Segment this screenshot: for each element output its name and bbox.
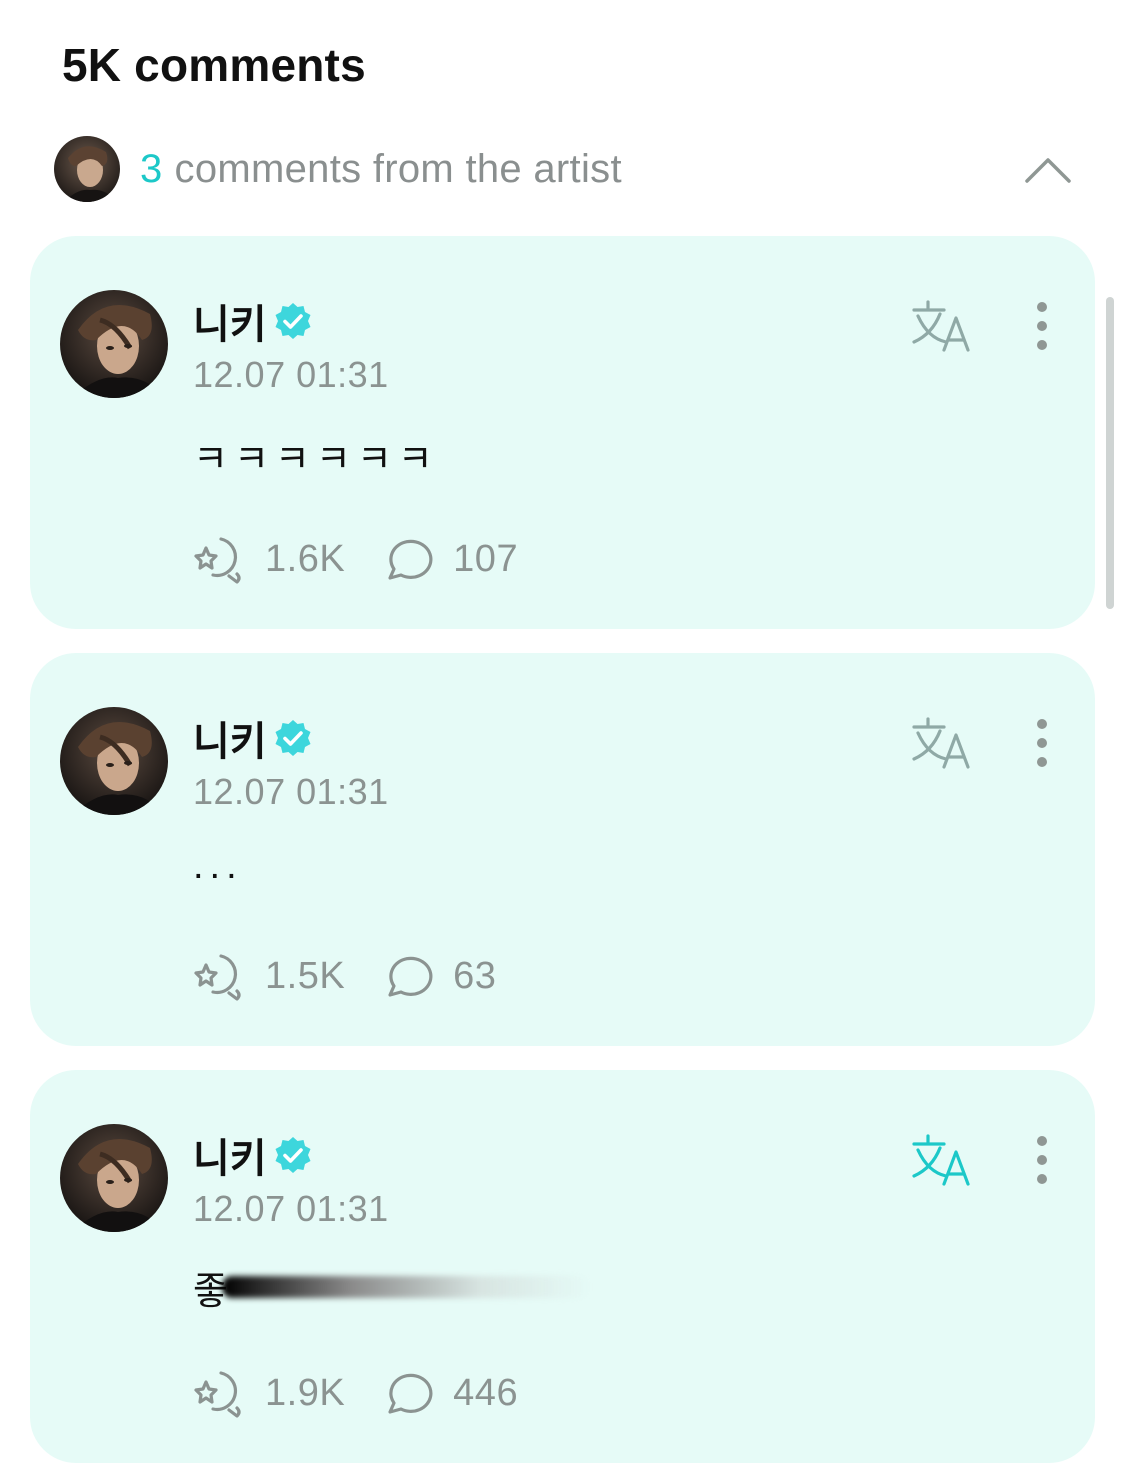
author-name[interactable]: 니키 bbox=[193, 1126, 267, 1184]
like-count: 1.6K bbox=[265, 537, 346, 580]
verified-badge-icon bbox=[275, 303, 311, 339]
comment-timestamp: 12.07 01:31 bbox=[193, 354, 389, 395]
scrollbar[interactable] bbox=[1106, 297, 1114, 609]
text-obscure-overlay bbox=[221, 1276, 590, 1298]
comment-timestamp: 12.07 01:31 bbox=[193, 771, 389, 812]
artist-comments-text: comments from the artist bbox=[174, 146, 622, 191]
artist-comments-label: 3 comments from the artist bbox=[140, 147, 622, 192]
reaction-like-icon bbox=[194, 954, 241, 1001]
comment-text-obscured: 좋 bbox=[193, 1262, 590, 1313]
reply-button[interactable]: 446 bbox=[381, 1366, 518, 1420]
author-row: 니키 bbox=[193, 292, 313, 350]
translate-icon[interactable] bbox=[910, 1132, 974, 1188]
comment-stats: 1.5K 63 bbox=[193, 948, 496, 1004]
like-count: 1.9K bbox=[265, 1371, 346, 1414]
translate-icon[interactable] bbox=[910, 715, 974, 771]
reply-button[interactable]: 107 bbox=[381, 532, 518, 586]
avatar[interactable] bbox=[60, 290, 168, 398]
speech-bubble-icon bbox=[388, 956, 433, 997]
reply-count: 446 bbox=[453, 1371, 519, 1414]
artist-comments-count: 3 bbox=[140, 146, 163, 191]
comments-page: 5K comments 3 comments from the artist 니… bbox=[0, 0, 1125, 1482]
reaction-like-icon bbox=[194, 537, 241, 584]
reply-count: 63 bbox=[453, 954, 497, 997]
comment-timestamp: 12.07 01:31 bbox=[193, 1188, 389, 1229]
artist-comment-card: 니키 12.07 01:31 좋 1.9K 446 bbox=[30, 1070, 1095, 1463]
reply-count: 107 bbox=[453, 537, 519, 580]
reaction-like-icon bbox=[194, 1371, 241, 1418]
author-row: 니키 bbox=[193, 1126, 313, 1184]
verified-badge-icon bbox=[275, 720, 311, 756]
more-vertical-icon[interactable] bbox=[1020, 1132, 1064, 1188]
artist-comment-card: 니키 12.07 01:31 ... 1.5K 63 bbox=[30, 653, 1095, 1046]
comment-text: ... bbox=[193, 845, 243, 887]
translate-icon[interactable] bbox=[910, 298, 974, 354]
author-name[interactable]: 니키 bbox=[193, 292, 267, 350]
chevron-up-icon[interactable] bbox=[1022, 144, 1074, 196]
author-name[interactable]: 니키 bbox=[193, 709, 267, 767]
avatar[interactable] bbox=[60, 1124, 168, 1232]
more-vertical-icon[interactable] bbox=[1020, 715, 1064, 771]
comment-stats: 1.6K 107 bbox=[193, 531, 518, 587]
artist-comment-card: 니키 12.07 01:31 ㅋㅋㅋㅋㅋㅋ 1.6K 107 bbox=[30, 236, 1095, 629]
comments-count-title: 5K comments bbox=[62, 39, 366, 91]
like-count: 1.5K bbox=[265, 954, 346, 997]
author-row: 니키 bbox=[193, 709, 313, 767]
comment-text: ㅋㅋㅋㅋㅋㅋ bbox=[193, 439, 439, 481]
like-button[interactable]: 1.6K bbox=[193, 532, 345, 586]
artist-avatar-small bbox=[54, 136, 120, 202]
like-button[interactable]: 1.9K bbox=[193, 1366, 345, 1420]
speech-bubble-icon bbox=[388, 1373, 433, 1414]
verified-badge-icon bbox=[275, 1137, 311, 1173]
reply-button[interactable]: 63 bbox=[381, 949, 496, 1003]
like-button[interactable]: 1.5K bbox=[193, 949, 345, 1003]
artist-comments-toggle[interactable]: 3 comments from the artist bbox=[54, 136, 1074, 202]
more-vertical-icon[interactable] bbox=[1020, 298, 1064, 354]
speech-bubble-icon bbox=[388, 539, 433, 580]
comment-stats: 1.9K 446 bbox=[193, 1365, 518, 1421]
avatar[interactable] bbox=[60, 707, 168, 815]
